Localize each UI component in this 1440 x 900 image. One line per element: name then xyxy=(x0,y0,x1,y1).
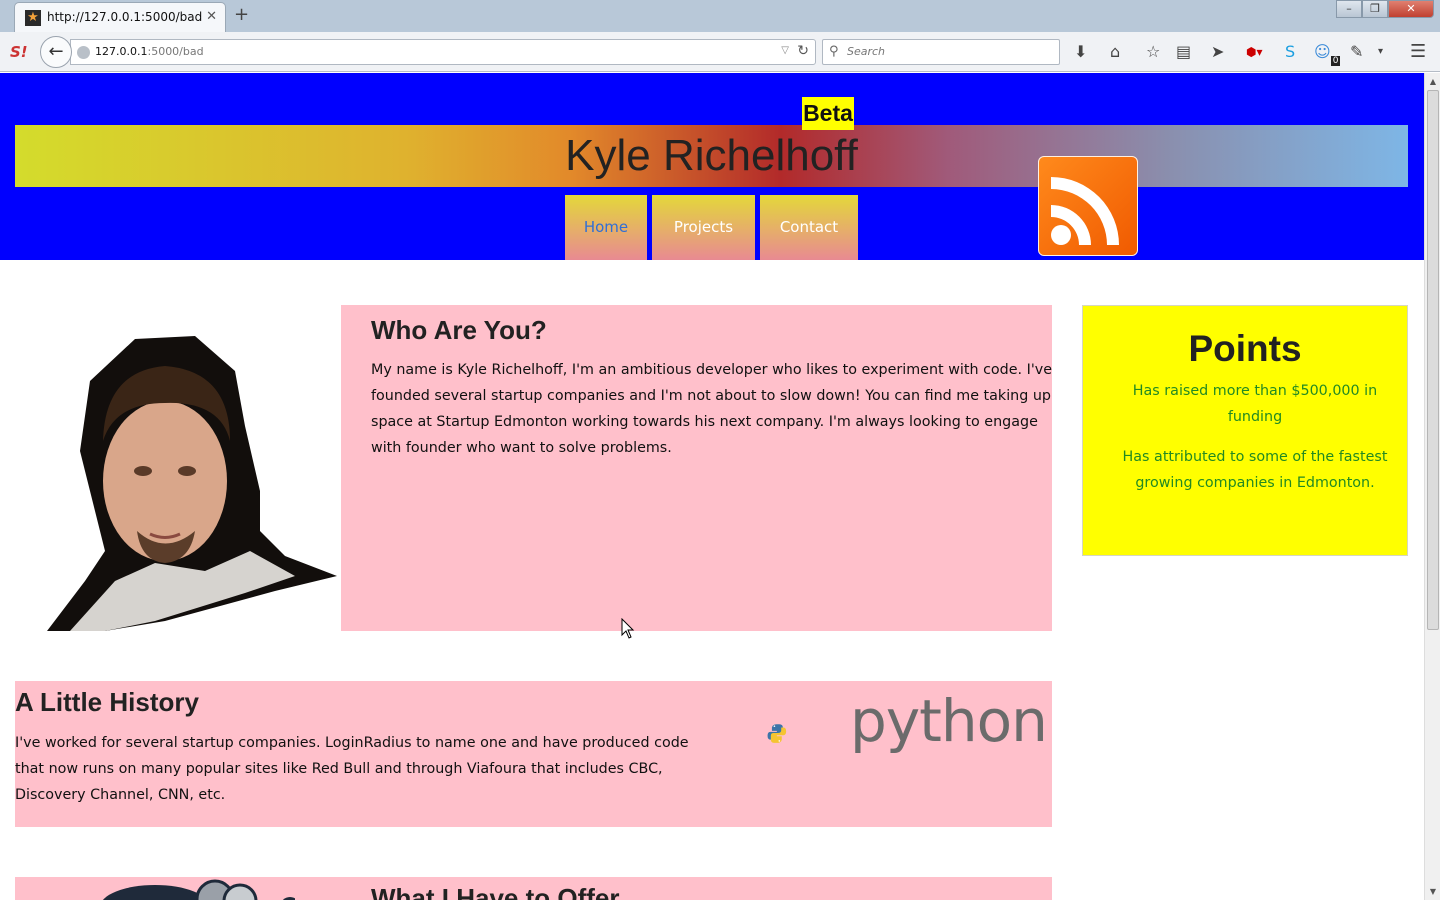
search-icon: ⚲ xyxy=(829,44,839,59)
page-viewport: Kyle Richelhoff Beta Home Projects Conta… xyxy=(0,73,1424,900)
python-logo-text: python xyxy=(850,687,1048,755)
offer-card: What I Have to Offer xyxy=(15,877,1052,900)
globe-icon xyxy=(77,46,90,59)
scrollbar-thumb[interactable] xyxy=(1427,90,1439,630)
hamburger-menu-icon[interactable]: ☰ xyxy=(1410,42,1426,62)
extension-s-icon[interactable]: S! xyxy=(10,43,28,61)
minimize-button[interactable]: – xyxy=(1336,0,1362,18)
reader-icon[interactable]: ▤ xyxy=(1176,42,1191,62)
home-icon[interactable]: ⌂ xyxy=(1110,42,1120,62)
adblock-icon[interactable]: ⬢▾ xyxy=(1246,42,1263,62)
new-tab-icon[interactable]: + xyxy=(234,5,249,25)
address-bar[interactable]: 127.0.0.1:5000/bad ▽ ↻ xyxy=(70,39,816,65)
url-text: 127.0.0.1:5000/bad xyxy=(95,45,204,58)
notification-count: 0 xyxy=(1330,56,1341,66)
mouse-cursor-icon xyxy=(621,618,635,639)
offer-illustration-icon xyxy=(102,879,295,900)
points-card: Points Has raised more than $500,000 in … xyxy=(1082,305,1408,556)
history-dropdown-icon[interactable]: ▽ xyxy=(781,45,789,56)
python-logo-icon xyxy=(767,724,787,743)
point-item: Has raised more than $500,000 in funding xyxy=(1132,383,1378,425)
download-icon[interactable]: ⬇ xyxy=(1074,42,1087,62)
reload-icon[interactable]: ↻ xyxy=(797,43,809,59)
profile-photo xyxy=(47,336,337,631)
browser-tab[interactable]: ★ http://127.0.0.1:5000/bad ✕ xyxy=(14,2,226,32)
site-header: Kyle Richelhoff Beta Home Projects Conta… xyxy=(0,73,1424,260)
offer-heading: What I Have to Offer xyxy=(371,883,620,900)
tab-close-icon[interactable]: ✕ xyxy=(206,9,217,24)
send-icon[interactable]: ➤ xyxy=(1211,42,1224,62)
browser-tab-strip: ★ http://127.0.0.1:5000/bad ✕ + – ❐ ✕ xyxy=(0,0,1440,32)
search-box[interactable]: ⚲ Search xyxy=(822,39,1060,65)
history-heading: A Little History xyxy=(15,687,199,717)
point-item: Has attributed to some of the fastest gr… xyxy=(1122,449,1388,491)
search-placeholder: Search xyxy=(847,45,886,58)
points-heading: Points xyxy=(1188,328,1302,369)
browser-toolbar: S! 127.0.0.1:5000/bad ▽ ↻ ← ⚲ Search ⬇ ⌂… xyxy=(0,32,1440,72)
nav-home-button[interactable]: Home xyxy=(565,195,647,260)
about-card: Who Are You? My name is Kyle Richelhoff,… xyxy=(341,305,1052,631)
tab-title: http://127.0.0.1:5000/bad xyxy=(47,10,203,24)
title-banner: Kyle Richelhoff xyxy=(15,125,1408,187)
favicon-icon: ★ xyxy=(25,10,41,26)
beta-badge: Beta xyxy=(802,97,854,130)
extension-badge-icon[interactable]: ☺ 0 xyxy=(1314,42,1341,66)
back-button[interactable]: ← xyxy=(40,36,72,68)
close-window-button[interactable]: ✕ xyxy=(1388,0,1434,18)
overflow-chevron-icon[interactable]: ▾ xyxy=(1378,42,1383,62)
history-card: A Little History I've worked for several… xyxy=(15,681,1052,827)
site-title: Kyle Richelhoff xyxy=(565,131,858,180)
extension-puzzle-icon[interactable]: ✎ xyxy=(1350,42,1363,62)
nav-contact-button[interactable]: Contact xyxy=(760,195,858,260)
scroll-up-arrow-icon[interactable]: ▲ xyxy=(1425,77,1440,86)
scroll-down-arrow-icon[interactable]: ▼ xyxy=(1425,887,1440,896)
restore-button[interactable]: ❐ xyxy=(1362,0,1388,18)
page-scrollbar[interactable]: ▲ ▼ xyxy=(1424,73,1440,900)
bookmark-star-icon[interactable]: ☆ xyxy=(1146,42,1160,62)
about-heading: Who Are You? xyxy=(371,315,547,345)
nav-projects-button[interactable]: Projects xyxy=(652,195,755,260)
history-text: I've worked for several startup companie… xyxy=(15,735,689,803)
window-controls: – ❐ ✕ xyxy=(1336,0,1434,18)
rss-icon[interactable] xyxy=(1038,156,1138,256)
about-text: My name is Kyle Richelhoff, I'm an ambit… xyxy=(371,362,1053,456)
skype-icon[interactable]: S xyxy=(1285,42,1295,62)
